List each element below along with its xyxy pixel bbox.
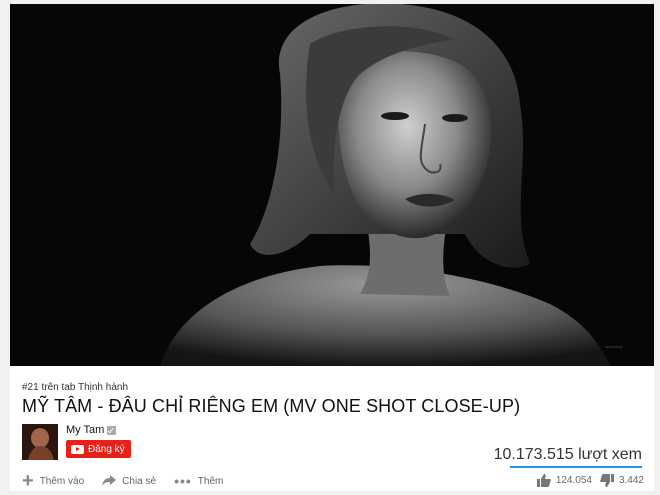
subscribe-label: Đăng ký [88, 443, 125, 455]
view-count: 10.173.515 lượt xem [493, 446, 642, 463]
rating-bar: 124.054 3.442 [536, 474, 644, 487]
dislike-button[interactable]: 3.442 [600, 474, 644, 487]
video-player[interactable]: ~~~~~ [10, 4, 654, 366]
more-button[interactable]: ••• Thêm [174, 473, 224, 489]
more-icon: ••• [174, 473, 192, 489]
video-frame: ~~~~~ [10, 4, 654, 366]
play-logo-icon [71, 444, 84, 454]
plus-icon: + [22, 470, 34, 492]
share-button[interactable]: Chia sẻ [102, 475, 156, 487]
share-label: Chia sẻ [122, 475, 157, 487]
add-to-label: Thêm vào [39, 475, 85, 487]
thumbs-down-icon [600, 474, 614, 487]
sentiment-bar [510, 466, 642, 468]
dislike-count: 3.442 [618, 475, 644, 486]
action-bar: + Thêm vào Chia sẻ ••• Thêm [22, 470, 224, 492]
video-title: MỸ TÂM - ĐÂU CHỈ RIÊNG EM (MV ONE SHOT C… [22, 396, 521, 416]
channel-name-label: My Tam [66, 424, 105, 436]
channel-name[interactable]: My Tam [66, 424, 117, 436]
verified-icon [107, 425, 117, 435]
trending-badge[interactable]: #21 trên tab Thịnh hành [22, 382, 128, 393]
add-to-button[interactable]: + Thêm vào [22, 470, 85, 492]
like-count: 124.054 [555, 475, 592, 486]
watch-page: ~~~~~ #21 trên tab Thịnh hành MỸ TÂM - Đ… [10, 4, 654, 491]
channel-avatar-image [22, 424, 58, 460]
more-label: Thêm [197, 475, 224, 487]
subscribe-button[interactable]: Đăng ký [66, 440, 131, 458]
share-icon [102, 475, 117, 486]
svg-text:~~~~~: ~~~~~ [605, 345, 623, 351]
thumbs-up-icon [536, 474, 551, 487]
like-button[interactable]: 124.054 [536, 474, 592, 487]
avatar[interactable] [22, 424, 58, 460]
